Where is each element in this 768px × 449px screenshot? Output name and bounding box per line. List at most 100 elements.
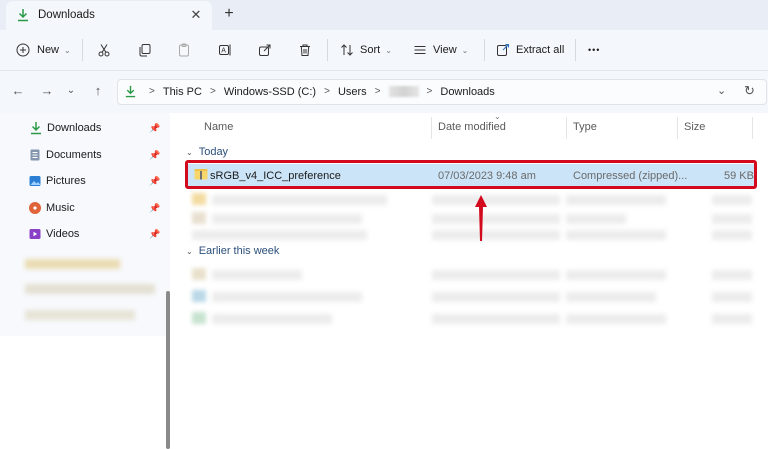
- sidebar-item-downloads[interactable]: Downloads: [29, 119, 101, 137]
- sidebar-item-pictures[interactable]: Pictures: [28, 172, 86, 190]
- close-tab-button[interactable]: ✕: [188, 6, 204, 24]
- group-header-today[interactable]: ⌄ Today: [186, 146, 228, 158]
- extract-icon: [497, 44, 509, 56]
- column-header-name[interactable]: Name: [204, 121, 233, 133]
- download-icon: [31, 122, 41, 135]
- redacted-row: [432, 292, 560, 302]
- redacted-row: [192, 230, 367, 240]
- sort-button-label: Sort: [360, 44, 381, 56]
- sort-indicator-icon: ⌄: [494, 112, 501, 121]
- extract-all-button[interactable]: Extract all: [496, 39, 564, 61]
- red-arrow-annotation: [475, 195, 487, 241]
- divider: [677, 117, 678, 139]
- breadcrumb-separator: >: [149, 86, 155, 97]
- pin-icon: 📌: [149, 123, 161, 133]
- divider: [752, 117, 753, 139]
- redacted-row: [212, 292, 362, 302]
- recent-locations-chevron-icon[interactable]: ⌄: [62, 82, 80, 100]
- redacted-row: [712, 214, 752, 224]
- refresh-icon[interactable]: ↻: [744, 83, 755, 99]
- navigation-bar: ← → ⌄ ↑ > This PC > Windows-SSD (C:) > U…: [0, 71, 768, 113]
- new-button[interactable]: New ⌄: [16, 39, 71, 61]
- pin-icon: 📌: [149, 203, 161, 213]
- column-header-type[interactable]: Type: [573, 121, 597, 133]
- divider: [566, 117, 567, 139]
- sort-icon: [341, 44, 353, 56]
- redacted-row: [566, 292, 656, 302]
- rename-icon: A: [219, 44, 231, 56]
- redacted-icon: [192, 290, 206, 302]
- address-dropdown-chevron-icon[interactable]: ⌄: [717, 84, 726, 97]
- divider: [327, 39, 328, 61]
- redacted-row: [432, 270, 560, 280]
- sidebar-item-label: Videos: [46, 228, 80, 240]
- redacted-item: [25, 259, 120, 269]
- file-list: Name ⌄ Date modified Type Size ⌄ Today s…: [174, 112, 768, 336]
- download-icon: [18, 9, 28, 22]
- more-options-button[interactable]: •••: [588, 39, 600, 61]
- copy-button[interactable]: [138, 39, 152, 61]
- up-arrow-icon[interactable]: ↑: [89, 82, 107, 100]
- redacted-row: [566, 314, 666, 324]
- rename-button[interactable]: A: [218, 39, 232, 61]
- delete-button[interactable]: [298, 39, 312, 61]
- sidebar-item-documents[interactable]: Documents: [28, 146, 102, 164]
- cut-button[interactable]: [97, 39, 111, 61]
- group-header-earlier-this-week[interactable]: ⌄ Earlier this week: [186, 245, 279, 257]
- redacted-icon: [192, 212, 206, 224]
- redacted-username: [388, 86, 419, 97]
- sidebar-item-label: Downloads: [47, 122, 102, 134]
- divider: [82, 39, 83, 61]
- paste-button[interactable]: [177, 39, 191, 61]
- breadcrumb-this-pc[interactable]: This PC: [163, 86, 202, 98]
- breadcrumb-users[interactable]: Users: [338, 86, 367, 98]
- forward-arrow-icon[interactable]: →: [38, 82, 56, 100]
- extract-all-label: Extract all: [516, 44, 565, 56]
- redacted-row: [212, 214, 362, 224]
- share-button[interactable]: [258, 39, 272, 61]
- navigation-pane: Downloads 📌 Documents 📌 Pictures 📌 Music…: [0, 113, 170, 449]
- redacted-icon: [192, 268, 206, 280]
- redacted-row: [432, 195, 560, 205]
- sort-button[interactable]: Sort ⌄: [340, 39, 392, 61]
- redacted-row: [712, 230, 752, 240]
- redacted-row: [432, 230, 560, 240]
- breadcrumb-separator: >: [324, 86, 330, 97]
- pin-icon: 📌: [149, 229, 161, 239]
- sidebar-item-videos[interactable]: Videos: [28, 225, 79, 243]
- breadcrumb-separator: >: [374, 86, 381, 97]
- breadcrumb: > This PC > Windows-SSD (C:) > Users > >…: [124, 85, 495, 98]
- breadcrumb-drive[interactable]: Windows-SSD (C:): [224, 86, 316, 98]
- redacted-row: [712, 314, 752, 324]
- sidebar-scrollbar[interactable]: [166, 291, 170, 449]
- redacted-row: [432, 214, 560, 224]
- view-button-label: View: [433, 44, 457, 56]
- address-bar[interactable]: > This PC > Windows-SSD (C:) > Users > >…: [117, 79, 767, 105]
- music-icon: [29, 202, 41, 214]
- sidebar-item-label: Documents: [46, 149, 102, 161]
- breadcrumb-downloads[interactable]: Downloads: [440, 86, 494, 98]
- redacted-row: [212, 195, 387, 205]
- view-button[interactable]: View ⌄: [413, 39, 468, 61]
- redacted-item: [25, 284, 155, 294]
- chevron-down-icon: ⌄: [64, 45, 71, 55]
- back-arrow-icon[interactable]: ←: [9, 82, 27, 100]
- trash-icon: [300, 44, 310, 56]
- column-header-size[interactable]: Size: [684, 121, 705, 133]
- pin-icon: 📌: [149, 150, 161, 160]
- chevron-down-icon: ⌄: [461, 45, 469, 55]
- new-tab-button[interactable]: +: [219, 4, 239, 24]
- column-header-date[interactable]: Date modified: [438, 121, 506, 133]
- copy-icon: [139, 44, 151, 57]
- redacted-row: [712, 195, 752, 205]
- breadcrumb-separator: >: [426, 86, 433, 97]
- pictures-icon: [29, 176, 41, 186]
- sidebar-item-music[interactable]: Music: [28, 199, 75, 217]
- tab-downloads[interactable]: Downloads ✕: [6, 1, 212, 30]
- highlight-box: [185, 160, 757, 189]
- redacted-row: [566, 214, 626, 224]
- redacted-icon: [192, 312, 206, 324]
- download-icon: [125, 85, 136, 98]
- redacted-row: [432, 314, 560, 324]
- divider: [484, 39, 485, 61]
